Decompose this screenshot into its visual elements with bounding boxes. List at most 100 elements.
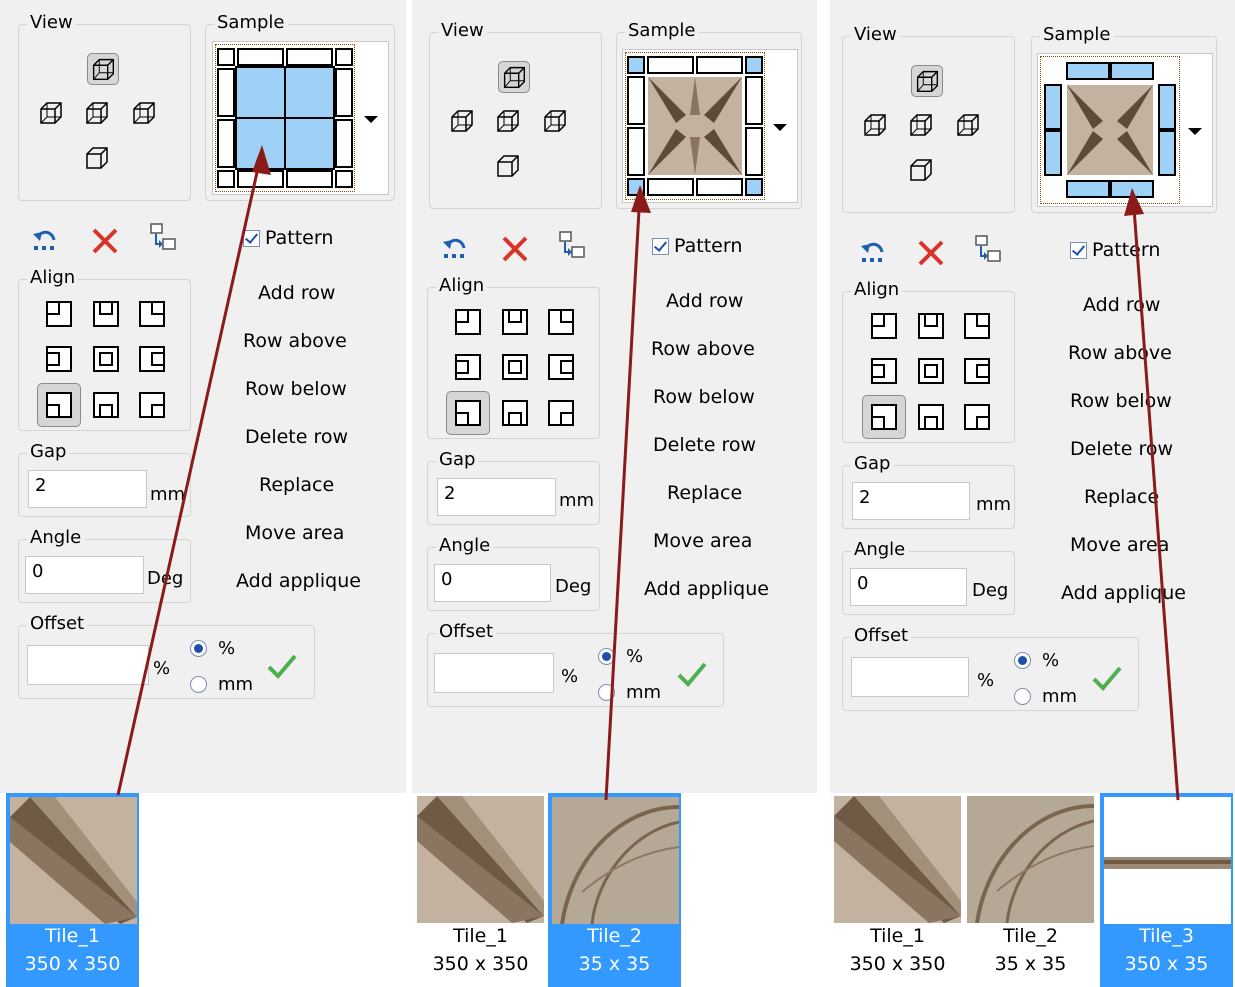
- align-top-right-icon[interactable]: [963, 312, 991, 340]
- mm-radio[interactable]: [1014, 688, 1031, 705]
- sample-dropdown[interactable]: [1037, 53, 1213, 207]
- align-bottom-center-icon[interactable]: [92, 391, 120, 419]
- undo-icon[interactable]: [30, 224, 60, 254]
- gap-input[interactable]: 2: [437, 478, 556, 516]
- replace-button[interactable]: Replace: [1084, 486, 1159, 508]
- row-above-button[interactable]: Row above: [243, 330, 347, 352]
- swap-icon[interactable]: [557, 230, 587, 260]
- row-above-button[interactable]: Row above: [651, 338, 755, 360]
- mm-radio[interactable]: [190, 676, 207, 693]
- offset-input[interactable]: [27, 645, 149, 685]
- tile-item[interactable]: Tile_1 350 x 350: [6, 793, 139, 987]
- cube-right-icon[interactable]: [955, 112, 981, 138]
- replace-button[interactable]: Replace: [259, 474, 334, 496]
- cube-view-icon[interactable]: [87, 53, 119, 85]
- checkbox-icon[interactable]: [652, 237, 669, 255]
- pattern-checkbox[interactable]: Pattern: [243, 227, 333, 249]
- align-middle-right-icon[interactable]: [963, 357, 991, 385]
- cube-front-icon[interactable]: [84, 100, 110, 126]
- tile-item[interactable]: Tile_1 350 x 350: [414, 793, 547, 987]
- align-top-left-icon[interactable]: [45, 300, 73, 328]
- cube-bottom-icon[interactable]: [495, 153, 521, 179]
- cube-view-icon[interactable]: [911, 65, 943, 97]
- align-middle-left-icon[interactable]: [454, 353, 482, 381]
- pattern-checkbox[interactable]: Pattern: [652, 235, 742, 257]
- cube-view-icon[interactable]: [498, 61, 530, 93]
- row-below-button[interactable]: Row below: [653, 386, 755, 408]
- cube-right-icon[interactable]: [542, 108, 568, 134]
- move-area-button[interactable]: Move area: [245, 522, 344, 544]
- add-row-button[interactable]: Add row: [258, 282, 335, 304]
- align-middle-right-icon[interactable]: [138, 345, 166, 373]
- cube-right-icon[interactable]: [131, 100, 157, 126]
- dropdown-arrow-icon[interactable]: [364, 116, 378, 123]
- swap-icon[interactable]: [148, 222, 178, 252]
- align-top-center-icon[interactable]: [501, 308, 529, 336]
- add-applique-button[interactable]: Add applique: [236, 570, 361, 592]
- align-middle-left-icon[interactable]: [45, 345, 73, 373]
- align-top-center-icon[interactable]: [92, 300, 120, 328]
- mm-radio[interactable]: [598, 684, 615, 701]
- align-bottom-right-icon[interactable]: [138, 391, 166, 419]
- cube-front-icon[interactable]: [495, 108, 521, 134]
- move-area-button[interactable]: Move area: [1070, 534, 1169, 556]
- dropdown-arrow-icon[interactable]: [773, 124, 787, 131]
- gap-input[interactable]: 2: [28, 470, 147, 508]
- row-below-button[interactable]: Row below: [245, 378, 347, 400]
- row-above-button[interactable]: Row above: [1068, 342, 1172, 364]
- align-bottom-left-icon[interactable]: [454, 399, 482, 427]
- checkmark-icon[interactable]: [675, 659, 709, 689]
- add-applique-button[interactable]: Add applique: [644, 578, 769, 600]
- align-bottom-center-icon[interactable]: [917, 403, 945, 431]
- percent-radio[interactable]: [1014, 652, 1031, 669]
- add-row-button[interactable]: Add row: [666, 290, 743, 312]
- swap-icon[interactable]: [973, 234, 1003, 264]
- delete-icon[interactable]: [90, 226, 120, 256]
- tile-item[interactable]: Tile_2 35 x 35: [964, 793, 1097, 987]
- sample-dropdown[interactable]: [212, 41, 389, 195]
- add-applique-button[interactable]: Add applique: [1061, 582, 1186, 604]
- delete-row-button[interactable]: Delete row: [653, 434, 756, 456]
- move-area-button[interactable]: Move area: [653, 530, 752, 552]
- align-center-icon[interactable]: [917, 357, 945, 385]
- checkbox-icon[interactable]: [1070, 241, 1087, 259]
- pattern-checkbox[interactable]: Pattern: [1070, 239, 1160, 261]
- gap-input[interactable]: 2: [852, 482, 970, 520]
- checkmark-icon[interactable]: [265, 651, 299, 681]
- align-middle-left-icon[interactable]: [870, 357, 898, 385]
- tile-item[interactable]: Tile_2 35 x 35: [548, 793, 681, 987]
- cube-front-icon[interactable]: [908, 112, 934, 138]
- align-bottom-right-icon[interactable]: [547, 399, 575, 427]
- align-top-center-icon[interactable]: [917, 312, 945, 340]
- delete-row-button[interactable]: Delete row: [1070, 438, 1173, 460]
- checkmark-icon[interactable]: [1090, 663, 1124, 693]
- align-center-icon[interactable]: [92, 345, 120, 373]
- offset-input[interactable]: [434, 653, 554, 693]
- row-below-button[interactable]: Row below: [1070, 390, 1172, 412]
- replace-button[interactable]: Replace: [667, 482, 742, 504]
- cube-bottom-icon[interactable]: [84, 145, 110, 171]
- angle-input[interactable]: 0: [25, 556, 144, 594]
- delete-icon[interactable]: [500, 234, 530, 264]
- align-bottom-left-icon[interactable]: [45, 391, 73, 419]
- cube-bottom-icon[interactable]: [908, 157, 934, 183]
- percent-radio[interactable]: [190, 640, 207, 657]
- add-row-button[interactable]: Add row: [1083, 294, 1160, 316]
- checkbox-icon[interactable]: [243, 229, 260, 247]
- align-top-right-icon[interactable]: [138, 300, 166, 328]
- align-top-left-icon[interactable]: [870, 312, 898, 340]
- align-bottom-left-icon[interactable]: [870, 403, 898, 431]
- sample-dropdown[interactable]: [622, 49, 798, 203]
- cube-left-icon[interactable]: [862, 112, 888, 138]
- angle-input[interactable]: 0: [434, 564, 551, 602]
- dropdown-arrow-icon[interactable]: [1188, 128, 1202, 135]
- undo-icon[interactable]: [440, 232, 470, 262]
- angle-input[interactable]: 0: [850, 568, 967, 606]
- undo-icon[interactable]: [858, 236, 888, 266]
- align-top-right-icon[interactable]: [547, 308, 575, 336]
- tile-item[interactable]: Tile_3 350 x 35: [1100, 793, 1233, 987]
- align-bottom-right-icon[interactable]: [963, 403, 991, 431]
- align-bottom-center-icon[interactable]: [501, 399, 529, 427]
- align-top-left-icon[interactable]: [454, 308, 482, 336]
- delete-row-button[interactable]: Delete row: [245, 426, 348, 448]
